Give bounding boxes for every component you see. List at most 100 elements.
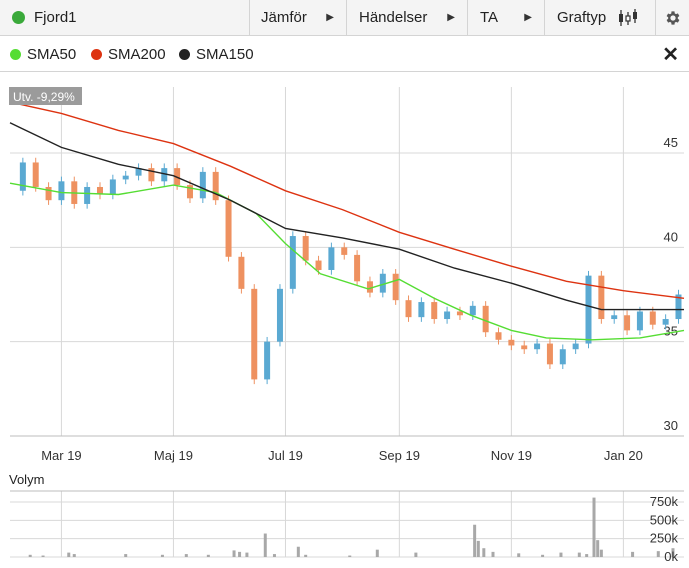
candle-body (444, 311, 451, 320)
volume-bar (414, 552, 418, 557)
x-tick-label: Mar 19 (41, 448, 81, 463)
ticker-selector[interactable]: Fjord1 (0, 0, 250, 35)
charttype-label: Graftyp (557, 9, 607, 26)
events-label: Händelser (359, 9, 428, 26)
price-chart[interactable]: 30354045 Mar 19 Maj 19 Jul 19 Sep 19 Nov 19 J… (0, 72, 689, 568)
x-axis-labels: Mar 19 Maj 19 Jul 19 Sep 19 Nov 19 Jan 20 (41, 448, 643, 463)
settings-button[interactable] (656, 0, 689, 35)
volume-bar (348, 555, 352, 557)
candles-layer (19, 157, 682, 385)
volume-tick-label: 250k (650, 531, 679, 546)
x-tick-label: Jul 19 (268, 448, 303, 463)
candlestick-icon (619, 8, 638, 26)
candle-body (598, 275, 605, 320)
volume-bar (160, 554, 164, 557)
candle-body (199, 171, 206, 199)
candle-body (122, 175, 129, 180)
candle-body (225, 200, 232, 257)
x-tick-label: Jan 20 (604, 448, 643, 463)
volume-bar (559, 552, 563, 557)
volume-bars-layer (28, 497, 675, 557)
legend-label-sma200: SMA200 (108, 46, 166, 63)
volume-bar (541, 554, 545, 557)
candle-body (109, 179, 116, 195)
caret-right-icon: ▶ (326, 12, 334, 23)
y-tick-label: 45 (664, 135, 678, 150)
candle-body (328, 247, 335, 270)
candle-body (84, 186, 91, 204)
charttype-button[interactable]: Graftyp (545, 0, 656, 35)
volume-bar (656, 551, 660, 557)
candle-body (238, 256, 245, 289)
volume-bar (473, 524, 477, 557)
volume-tick-label: 500k (650, 512, 679, 527)
candle-body (405, 300, 412, 318)
candle-body (482, 305, 489, 333)
ticker-status-dot (12, 11, 25, 24)
candle-body (624, 315, 631, 331)
chart-grid (10, 87, 684, 558)
volume-bar (124, 554, 128, 557)
legend-swatch-sma150 (179, 49, 190, 60)
sma-line-sma200 (9, 101, 685, 299)
indicator-legend: SMA50 SMA200 SMA150 ✕ (0, 36, 689, 72)
legend-swatch-sma200 (91, 49, 102, 60)
legend-item-sma200[interactable]: SMA200 (91, 46, 166, 63)
volume-bar (304, 554, 308, 557)
candle-body (354, 254, 361, 282)
ta-label: TA (480, 9, 499, 26)
volume-tick-label: 0k (664, 549, 678, 564)
compare-button[interactable]: Jämför ▶ (250, 0, 347, 35)
candle-body (212, 171, 219, 201)
y-tick-label: 40 (664, 229, 678, 244)
candle-body (251, 288, 258, 380)
candle-body (289, 236, 296, 289)
legend-swatch-sma50 (10, 49, 21, 60)
candle-body (546, 343, 553, 365)
volume-bar (482, 548, 486, 557)
candle-body (456, 311, 463, 316)
close-icon[interactable]: ✕ (662, 42, 679, 67)
candle-body (521, 345, 528, 350)
change-badge-text: Utv. -9,29% (13, 90, 75, 104)
volume-title: Volym (9, 472, 44, 487)
candle-body (495, 332, 502, 340)
volume-bar (592, 497, 596, 557)
volume-bar (245, 552, 249, 557)
volume-bar (296, 546, 300, 557)
candle-body (418, 302, 425, 318)
ta-button[interactable]: TA ▶ (468, 0, 545, 35)
candle-body (636, 311, 643, 331)
toolbar: Fjord1 Jämför ▶ Händelser ▶ TA ▶ Graftyp (0, 0, 689, 36)
volume-tick-label: 750k (650, 494, 679, 509)
legend-item-sma150[interactable]: SMA150 (179, 46, 254, 63)
sma-lines-layer (9, 101, 685, 341)
candle-body (662, 319, 669, 325)
candle-body (611, 315, 618, 320)
volume-bar (41, 555, 45, 557)
events-button[interactable]: Händelser ▶ (347, 0, 468, 35)
volume-bar (72, 554, 76, 557)
volume-bar (585, 554, 589, 557)
candle-body (341, 247, 348, 255)
candle-body (649, 311, 656, 325)
candle-body (559, 349, 566, 365)
compare-label: Jämför (261, 9, 307, 26)
gear-icon (666, 10, 679, 25)
x-tick-label: Nov 19 (491, 448, 532, 463)
volume-bar (238, 551, 242, 557)
candle-body (315, 260, 322, 270)
volume-bar (184, 554, 188, 557)
candle-body (276, 288, 283, 342)
y-axis-labels: 30354045 (664, 135, 678, 433)
candle-body (431, 302, 438, 320)
change-badge: Utv. -9,29% (9, 87, 82, 105)
candle-body (392, 273, 399, 301)
volume-bar (263, 533, 267, 557)
volume-bar (67, 552, 71, 557)
candle-body (508, 339, 515, 346)
legend-item-sma50[interactable]: SMA50 (10, 46, 76, 63)
volume-bar (599, 549, 603, 557)
volume-bar (577, 552, 581, 557)
ticker-label: Fjord1 (34, 9, 77, 26)
